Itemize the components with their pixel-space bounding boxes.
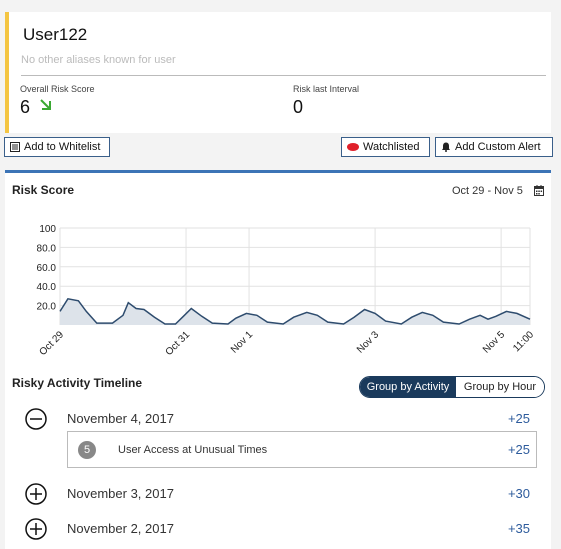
group-toggle: Group by Activity Group by Hour bbox=[359, 376, 545, 398]
risk-interval-label: Risk last Interval bbox=[293, 84, 360, 94]
y-tick-label: 100 bbox=[39, 224, 56, 235]
user-aliases: No other aliases known for user bbox=[21, 54, 176, 66]
timeline-day-row: November 4, 2017 +25 bbox=[5, 408, 551, 430]
arrow-down-right-icon bbox=[40, 99, 51, 110]
group-by-hour-button[interactable]: Group by Hour bbox=[456, 377, 544, 397]
timeline-title: Risky Activity Timeline bbox=[12, 376, 143, 390]
activity-label: User Access at Unusual Times bbox=[118, 444, 268, 456]
x-tick-label: Nov 5 bbox=[481, 329, 508, 356]
activity-item[interactable]: 5 User Access at Unusual Times +25 bbox=[67, 431, 537, 468]
minus-circle-icon[interactable] bbox=[25, 408, 47, 430]
day-count: +30 bbox=[507, 486, 530, 501]
list-icon bbox=[10, 142, 20, 152]
series-area bbox=[60, 298, 530, 325]
x-tick-label: 11:00 bbox=[511, 329, 536, 354]
bell-icon bbox=[442, 142, 450, 152]
overall-risk-value: 6 bbox=[20, 97, 31, 117]
divider bbox=[21, 75, 546, 76]
x-tick-label: Oct 31 bbox=[164, 329, 193, 358]
x-tick-label: Nov 1 bbox=[229, 329, 256, 356]
day-count: +35 bbox=[507, 521, 530, 536]
day-date: November 4, 2017 bbox=[67, 411, 174, 426]
watchlisted-button[interactable]: Watchlisted bbox=[341, 137, 430, 157]
add-to-whitelist-label: Add to Whitelist bbox=[24, 141, 101, 153]
group-by-activity-button[interactable]: Group by Activity bbox=[360, 377, 456, 397]
y-tick-label: 80.0 bbox=[37, 243, 57, 254]
day-date: November 3, 2017 bbox=[67, 486, 174, 501]
overall-risk-label: Overall Risk Score bbox=[20, 84, 95, 94]
user-name: User122 bbox=[23, 25, 88, 44]
add-custom-alert-label: Add Custom Alert bbox=[455, 141, 541, 153]
risk-interval-value: 0 bbox=[293, 97, 304, 117]
y-tick-label: 60.0 bbox=[37, 263, 57, 274]
red-dot-icon bbox=[347, 143, 359, 151]
day-count: +25 bbox=[507, 411, 530, 426]
timeline-day-row: November 3, 2017 +30 bbox=[5, 483, 551, 505]
x-tick-label: Nov 3 bbox=[355, 329, 382, 356]
y-tick-label: 40.0 bbox=[37, 282, 57, 293]
x-tick-label: Oct 29 bbox=[38, 329, 67, 358]
activity-count-badge: 5 bbox=[78, 441, 96, 459]
plus-circle-icon[interactable] bbox=[25, 483, 47, 505]
risk-score-chart: 100 80.0 60.0 40.0 20.0 Oct 29 Oct 31 Nov 1 Nov … bbox=[37, 224, 537, 358]
add-custom-alert-button[interactable]: Add Custom Alert bbox=[435, 137, 553, 157]
watchlisted-label: Watchlisted bbox=[363, 141, 420, 153]
timeline-day-row: November 2, 2017 +35 bbox=[5, 518, 551, 540]
y-tick-label: 20.0 bbox=[37, 302, 57, 313]
risk-score-panel: Risk Score Oct 29 - Nov 5 100 80.0 60.0 40.… bbox=[5, 170, 551, 549]
user-summary-card: User122 No other aliases known for user … bbox=[5, 12, 551, 133]
plus-circle-icon[interactable] bbox=[25, 518, 47, 540]
activity-count: +25 bbox=[507, 442, 530, 457]
day-date: November 2, 2017 bbox=[67, 521, 174, 536]
add-to-whitelist-button[interactable]: Add to Whitelist bbox=[4, 137, 110, 157]
